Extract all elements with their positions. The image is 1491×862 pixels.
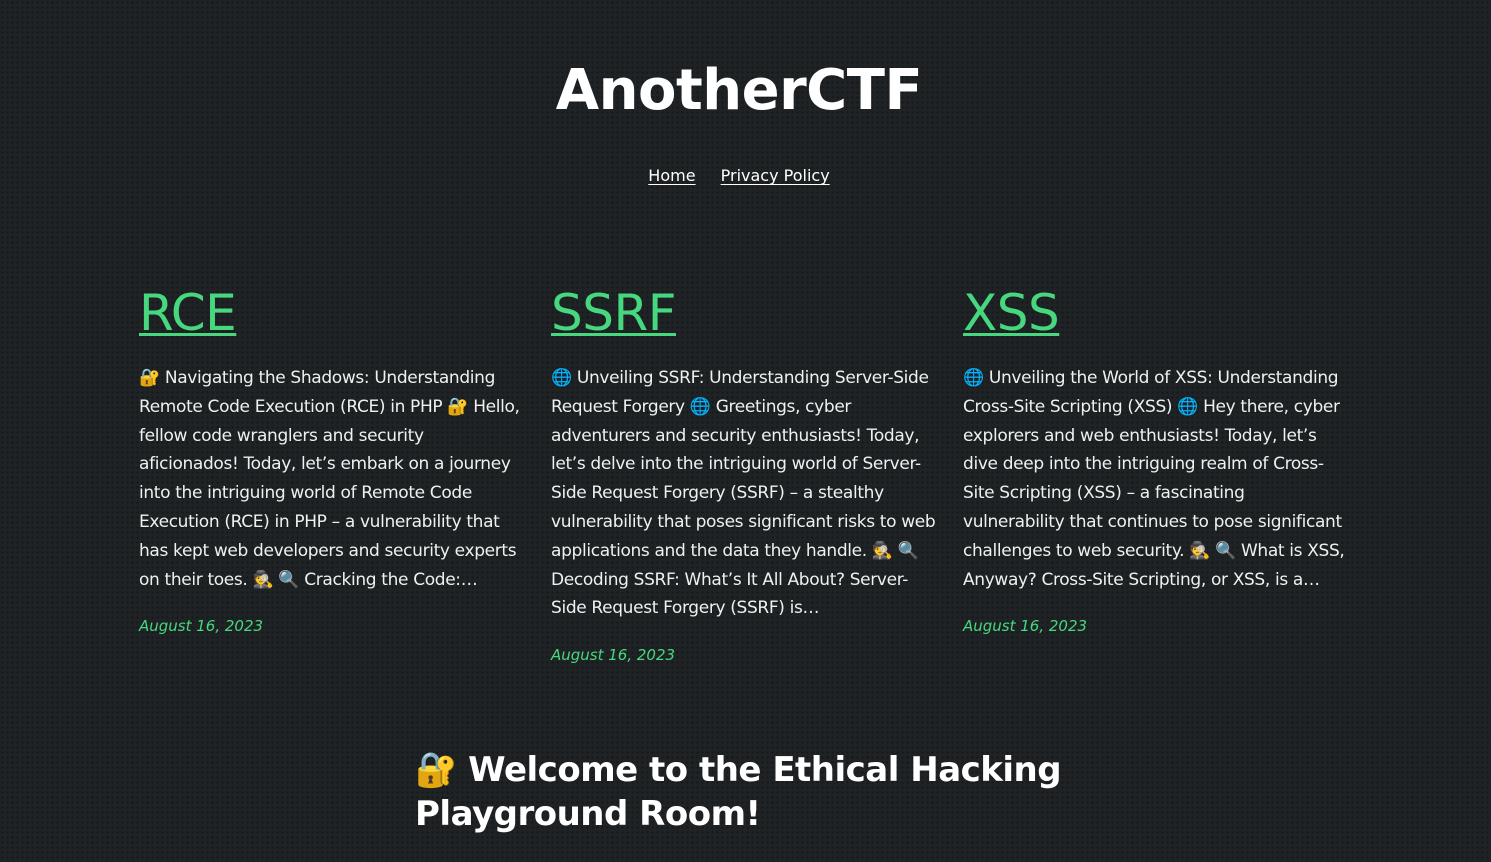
site-title[interactable]: AnotherCTF bbox=[0, 58, 1478, 124]
post-excerpt: 🔐 Navigating the Shadows: Understanding … bbox=[139, 368, 520, 590]
post-date: August 16, 2023 bbox=[963, 617, 1088, 636]
post-title-link[interactable]: SSRF bbox=[551, 280, 676, 346]
post-title-link[interactable]: RCE bbox=[139, 280, 237, 346]
post-card-rce: RCE 🔐 Navigating the Shadows: Understand… bbox=[139, 280, 525, 665]
welcome-heading: 🔐 Welcome to the Ethical Hacking Playgro… bbox=[415, 750, 1062, 834]
post-list: RCE 🔐 Navigating the Shadows: Understand… bbox=[139, 280, 1349, 665]
post-excerpt: 🌐 Unveiling SSRF: Understanding Server-S… bbox=[551, 368, 936, 619]
post-card-ssrf: SSRF 🌐 Unveiling SSRF: Understanding Ser… bbox=[551, 280, 937, 665]
main-nav: Home Privacy Policy bbox=[0, 165, 1478, 187]
post-date: August 16, 2023 bbox=[139, 617, 264, 636]
post-excerpt: 🌐 Unveiling the World of XSS: Understand… bbox=[963, 368, 1345, 590]
post-date: August 16, 2023 bbox=[551, 646, 676, 665]
post-card-xss: XSS 🌐 Unveiling the World of XSS: Unders… bbox=[963, 280, 1349, 665]
nav-link-privacy-policy[interactable]: Privacy Policy bbox=[721, 166, 830, 185]
post-title-link[interactable]: XSS bbox=[963, 280, 1060, 346]
nav-link-home[interactable]: Home bbox=[648, 166, 695, 185]
